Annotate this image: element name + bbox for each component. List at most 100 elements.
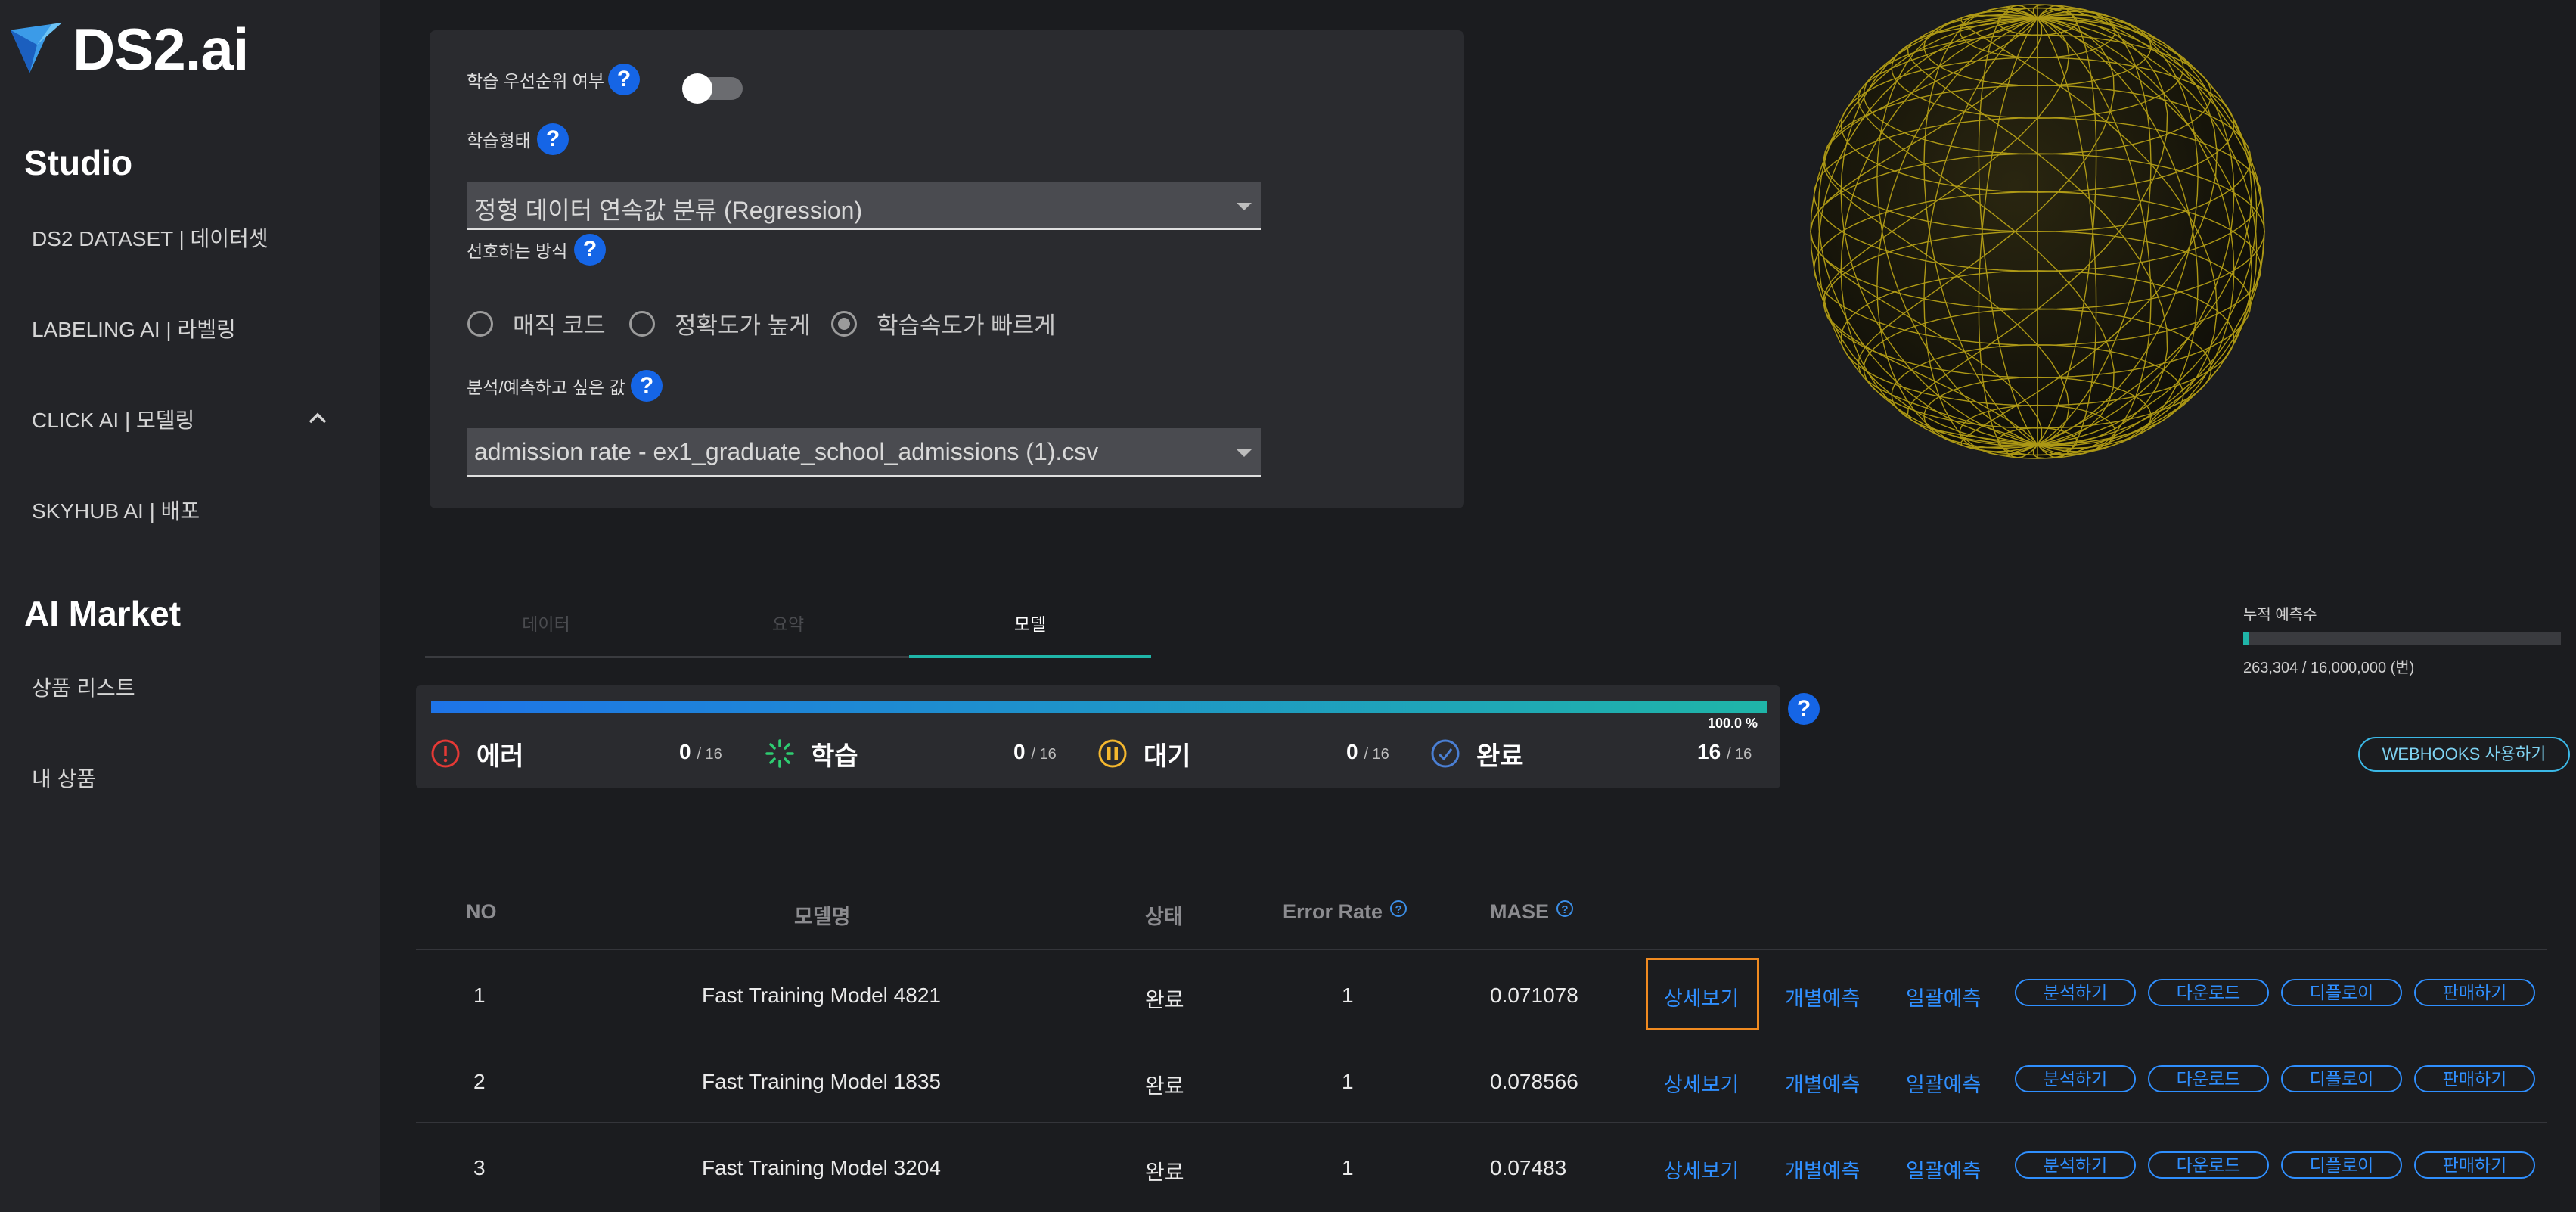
cumulative-predictions-label: 누적 예측수 xyxy=(2243,607,2317,623)
cell-mase: 0.071078 xyxy=(1490,984,1578,1007)
analyze-button[interactable]: 분석하기 xyxy=(2015,1151,2136,1179)
status-waiting-count: 0 / 16 xyxy=(1346,740,1389,764)
radio-circle-icon xyxy=(629,310,655,337)
priority-toggle[interactable] xyxy=(682,73,743,104)
batch-predict-link[interactable]: 일괄예측 xyxy=(1906,1155,1981,1184)
status-error: 에러 xyxy=(430,732,524,775)
download-button[interactable]: 다운로드 xyxy=(2148,1151,2269,1179)
analyze-button[interactable]: 분석하기 xyxy=(2015,979,2136,1006)
tab-model[interactable]: 모델 xyxy=(909,598,1151,658)
count-total: / 16 xyxy=(1726,746,1752,763)
sidebar-item-ds2-dataset[interactable]: DS2 DATASET | 데이터셋 xyxy=(32,222,268,253)
radio-label: 학습속도가 빠르게 xyxy=(877,312,1056,339)
ds2-logo-icon xyxy=(10,22,63,73)
deploy-button[interactable]: 디플로이 xyxy=(2281,1065,2402,1092)
header-text: Error Rate xyxy=(1283,900,1383,923)
sidebar-item-labeling-ai[interactable]: LABELING AI | 라벨링 xyxy=(32,313,236,343)
table-row: 1 Fast Training Model 4821 완료 1 0.071078 상세보기… xyxy=(416,949,2547,1036)
cell-model-name: Fast Training Model 3204 xyxy=(702,1156,941,1179)
deploy-button[interactable]: 디플로이 xyxy=(2281,979,2402,1006)
status-error-label: 에러 xyxy=(476,741,524,771)
radio-fast-training[interactable]: 학습속도가 빠르게 xyxy=(831,306,1056,340)
count-total: / 16 xyxy=(1031,746,1057,763)
cell-no: 3 xyxy=(473,1156,486,1179)
status-training-label: 학습 xyxy=(811,741,858,771)
cell-model-name: Fast Training Model 4821 xyxy=(702,984,941,1007)
count-value: 0 xyxy=(1013,740,1026,763)
mase-help-icon[interactable]: ? xyxy=(1556,900,1574,917)
webhooks-button[interactable]: WEBHOOKS 사용하기 xyxy=(2358,737,2570,772)
count-total: / 16 xyxy=(1364,746,1389,763)
training-type-label: 학습형태 xyxy=(467,131,531,151)
cell-status: 완료 xyxy=(1145,988,1184,1012)
target-select[interactable]: admission rate - ex1_graduate_school_adm… xyxy=(467,428,1261,477)
overall-progress-bar xyxy=(431,701,1767,713)
column-header-error-rate: Error Rate? xyxy=(1283,900,1407,924)
preference-help-icon[interactable]: ? xyxy=(574,234,606,266)
table-row: 2 Fast Training Model 1835 완료 1 0.078566 상세보기… xyxy=(416,1036,2547,1123)
training-status-panel: 100.0 % 에러 0 / 16 학습 0 / 16 대기 0 / 16 완료… xyxy=(416,685,1780,788)
sidebar-item-click-ai[interactable]: CLICK AI | 모델링 xyxy=(32,404,194,434)
training-type-value: 정형 데이터 연속값 분류 (Regression) xyxy=(474,197,863,224)
sell-button[interactable]: 판매하기 xyxy=(2414,979,2535,1006)
single-predict-link[interactable]: 개별예측 xyxy=(1785,982,1860,1012)
check-icon xyxy=(1431,739,1460,768)
tab-data[interactable]: 데이터 xyxy=(425,598,667,658)
download-button[interactable]: 다운로드 xyxy=(2148,1065,2269,1092)
count-value: 0 xyxy=(679,740,691,763)
count-value: 0 xyxy=(1346,740,1358,763)
toggle-knob xyxy=(682,73,712,104)
detail-link[interactable]: 상세보기 xyxy=(1664,1068,1739,1098)
cell-error-rate: 1 xyxy=(1342,1070,1354,1093)
section-ai-market: AI Market xyxy=(24,594,182,633)
single-predict-link[interactable]: 개별예측 xyxy=(1785,1155,1860,1184)
status-help-icon[interactable]: ? xyxy=(1788,693,1820,725)
chevron-up-icon[interactable] xyxy=(306,407,329,430)
priority-label: 학습 우선순위 여부 xyxy=(467,71,605,91)
sidebar-item-product-list[interactable]: 상품 리스트 xyxy=(32,672,135,702)
cell-no: 2 xyxy=(473,1070,486,1093)
training-type-select[interactable]: 정형 데이터 연속값 분류 (Regression) xyxy=(467,182,1261,230)
target-value: admission rate - ex1_graduate_school_adm… xyxy=(474,438,1099,465)
analyze-button[interactable]: 분석하기 xyxy=(2015,1065,2136,1092)
error-rate-help-icon[interactable]: ? xyxy=(1390,900,1407,917)
download-button[interactable]: 다운로드 xyxy=(2148,979,2269,1006)
radio-magic-code[interactable]: 매직 코드 xyxy=(467,306,606,340)
status-training: 학습 xyxy=(764,732,858,775)
cell-status: 완료 xyxy=(1145,1074,1184,1098)
training-sphere-graphic xyxy=(1810,4,2265,459)
detail-link[interactable]: 상세보기 xyxy=(1664,1155,1739,1184)
tab-summary[interactable]: 요약 xyxy=(667,598,909,658)
cumulative-predictions-value: 263,304 / 16,000,000 (번) xyxy=(2243,660,2415,676)
error-icon xyxy=(431,739,460,768)
section-studio: Studio xyxy=(24,143,133,182)
radio-label: 매직 코드 xyxy=(513,312,606,339)
priority-help-icon[interactable]: ? xyxy=(608,64,640,95)
preference-label: 선호하는 방식 xyxy=(467,241,568,261)
batch-predict-link[interactable]: 일괄예측 xyxy=(1906,1068,1981,1098)
status-complete: 완료 xyxy=(1429,732,1524,775)
logo[interactable]: DS2.ai xyxy=(8,15,249,83)
focus-highlight xyxy=(1646,958,1759,1030)
status-complete-label: 완료 xyxy=(1476,741,1524,771)
sidebar-item-my-products[interactable]: 내 상품 xyxy=(32,763,96,793)
radio-high-accuracy[interactable]: 정확도가 높게 xyxy=(629,306,811,340)
cell-mase: 0.078566 xyxy=(1490,1070,1578,1093)
status-waiting-label: 대기 xyxy=(1144,741,1191,771)
single-predict-link[interactable]: 개별예측 xyxy=(1785,1068,1860,1098)
target-help-icon[interactable]: ? xyxy=(631,370,663,402)
batch-predict-link[interactable]: 일괄예측 xyxy=(1906,982,1981,1012)
sidebar: DS2.ai Studio DS2 DATASET | 데이터셋 LABELIN… xyxy=(0,0,380,1212)
cell-status: 완료 xyxy=(1145,1161,1184,1184)
deploy-button[interactable]: 디플로이 xyxy=(2281,1151,2402,1179)
cell-mase: 0.07483 xyxy=(1490,1156,1567,1179)
sell-button[interactable]: 판매하기 xyxy=(2414,1151,2535,1179)
status-waiting: 대기 xyxy=(1097,732,1191,775)
cumulative-progress-fill xyxy=(2243,632,2249,645)
training-type-help-icon[interactable]: ? xyxy=(537,123,569,155)
sell-button[interactable]: 판매하기 xyxy=(2414,1065,2535,1092)
spinner-icon xyxy=(765,739,794,768)
dropdown-arrow-icon xyxy=(1237,449,1252,457)
cell-error-rate: 1 xyxy=(1342,1156,1354,1179)
sidebar-item-skyhub-ai[interactable]: SKYHUB AI | 배포 xyxy=(32,495,200,525)
